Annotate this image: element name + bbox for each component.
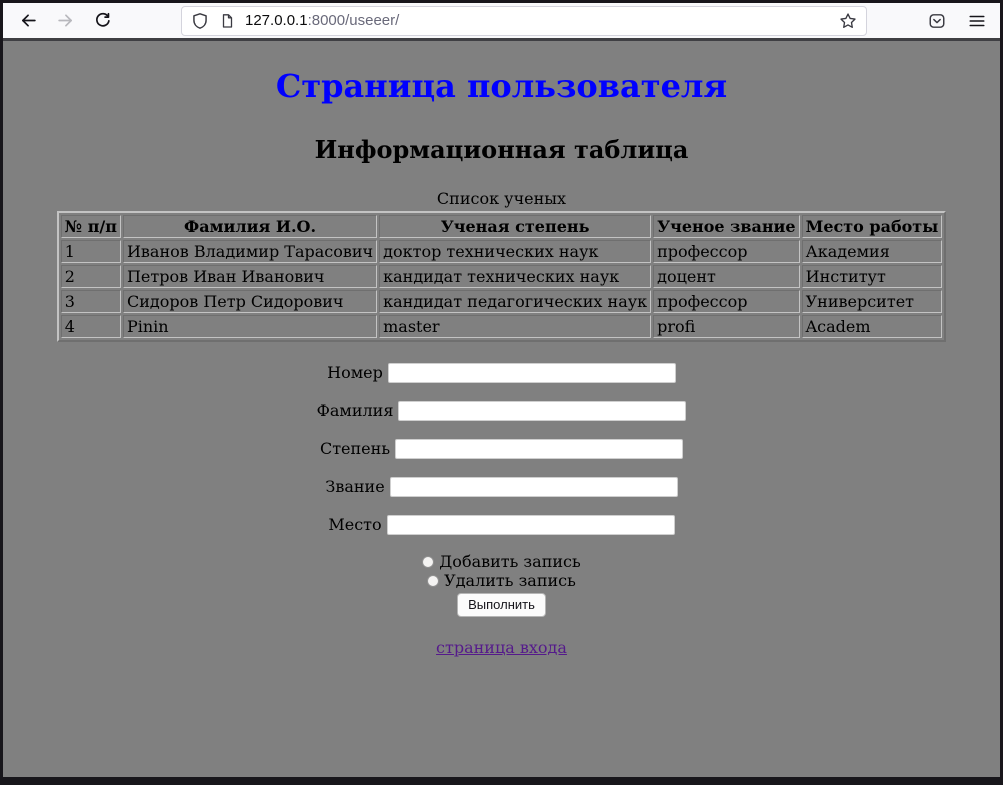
back-button[interactable] <box>13 6 43 36</box>
section-heading: Информационная таблица <box>3 135 1000 164</box>
browser-toolbar: 127.0.0.1:8000/useeer/ <box>3 3 1000 41</box>
login-page-link[interactable]: страница входа <box>436 638 567 657</box>
form-row: Номер <box>3 362 1000 382</box>
record-form: Номер Фамилия Степень Звание Место Добав… <box>3 362 1000 617</box>
url-text[interactable]: 127.0.0.1:8000/useeer/ <box>245 12 839 29</box>
shield-icon[interactable] <box>191 12 209 30</box>
radio-row: Добавить запись <box>3 552 1000 571</box>
cell-rank: профессор <box>653 290 799 313</box>
execute-button[interactable]: Выполнить <box>457 593 546 617</box>
surname-input[interactable] <box>398 401 686 421</box>
cell-number: 2 <box>61 265 121 288</box>
table-caption: Список ученых <box>3 189 1000 208</box>
bookmark-star-icon[interactable] <box>839 12 857 30</box>
cell-degree: кандидат технических наук <box>379 265 651 288</box>
toolbar-right-icons <box>922 6 992 36</box>
reload-button[interactable] <box>87 6 117 36</box>
forward-arrow-icon <box>57 12 74 29</box>
workplace-input[interactable] <box>387 515 675 535</box>
table-row: 2 Петров Иван Иванович кандидат техничес… <box>61 265 943 288</box>
hamburger-menu-icon <box>968 12 986 30</box>
url-host: 127.0.0.1 <box>245 12 308 29</box>
rank-input[interactable] <box>390 477 678 497</box>
degree-label: Степень <box>320 439 390 458</box>
col-header-degree: Ученая степень <box>379 215 651 238</box>
page-info-icon[interactable] <box>219 13 235 29</box>
form-row: Звание <box>3 476 1000 496</box>
col-header-name: Фамилия И.О. <box>123 215 377 238</box>
col-header-number: № п/п <box>61 215 121 238</box>
page-content: Страница пользователя Информационная таб… <box>3 41 1000 777</box>
degree-input[interactable] <box>395 439 683 459</box>
rank-label: Звание <box>325 477 384 496</box>
col-header-workplace: Место работы <box>802 215 943 238</box>
cell-name: Иванов Владимир Тарасович <box>123 240 377 263</box>
cell-number: 1 <box>61 240 121 263</box>
cell-number: 3 <box>61 290 121 313</box>
workplace-label: Место <box>328 515 381 534</box>
cell-workplace: Academ <box>802 315 943 338</box>
cell-rank: profi <box>653 315 799 338</box>
table-header-row: № п/п Фамилия И.О. Ученая степень Ученое… <box>61 215 943 238</box>
url-path: :8000/useeer/ <box>308 12 400 29</box>
table-row: 1 Иванов Владимир Тарасович доктор техни… <box>61 240 943 263</box>
cell-workplace: Институт <box>802 265 943 288</box>
surname-label: Фамилия <box>317 401 394 420</box>
browser-window: 127.0.0.1:8000/useeer/ Страница пользова… <box>0 0 1003 785</box>
cell-name: Сидоров Петр Сидорович <box>123 290 377 313</box>
cell-workplace: Университет <box>802 290 943 313</box>
cell-workplace: Академия <box>802 240 943 263</box>
page-title: Страница пользователя <box>3 67 1000 105</box>
cell-name: Pinin <box>123 315 377 338</box>
url-bar[interactable]: 127.0.0.1:8000/useeer/ <box>181 6 867 36</box>
cell-degree: доктор технических наук <box>379 240 651 263</box>
cell-degree: кандидат педагогических наук <box>379 290 651 313</box>
menu-button[interactable] <box>962 6 992 36</box>
delete-record-label: Удалить запись <box>444 571 576 590</box>
add-record-label: Добавить запись <box>439 552 580 571</box>
link-row: страница входа <box>3 638 1000 657</box>
number-input[interactable] <box>388 363 676 383</box>
forward-button[interactable] <box>50 6 80 36</box>
add-record-radio[interactable] <box>422 556 434 568</box>
cell-number: 4 <box>61 315 121 338</box>
form-row: Фамилия <box>3 400 1000 420</box>
delete-record-radio[interactable] <box>427 575 439 587</box>
form-row: Степень <box>3 438 1000 458</box>
button-row: Выполнить <box>3 593 1000 617</box>
number-label: Номер <box>327 363 383 382</box>
form-row: Место <box>3 514 1000 534</box>
cell-rank: профессор <box>653 240 799 263</box>
pocket-icon <box>928 12 946 30</box>
radio-row: Удалить запись <box>3 571 1000 590</box>
cell-rank: доцент <box>653 265 799 288</box>
cell-degree: master <box>379 315 651 338</box>
table-row: 3 Сидоров Петр Сидорович кандидат педаго… <box>61 290 943 313</box>
table-row: 4 Pinin master profi Academ <box>61 315 943 338</box>
back-arrow-icon <box>20 12 37 29</box>
col-header-rank: Ученое звание <box>653 215 799 238</box>
pocket-button[interactable] <box>922 6 952 36</box>
scientists-table: № п/п Фамилия И.О. Ученая степень Ученое… <box>57 211 947 342</box>
cell-name: Петров Иван Иванович <box>123 265 377 288</box>
reload-icon <box>94 12 111 29</box>
